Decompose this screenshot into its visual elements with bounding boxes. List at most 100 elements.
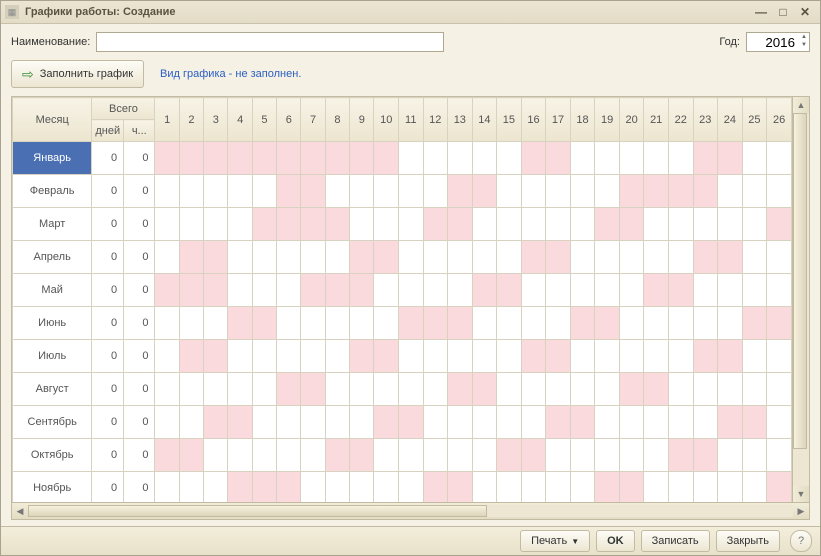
- day-cell[interactable]: [718, 307, 743, 340]
- day-cell[interactable]: [668, 241, 693, 274]
- day-cell[interactable]: [277, 241, 301, 274]
- day-cell[interactable]: [668, 439, 693, 472]
- day-cell[interactable]: [228, 208, 252, 241]
- day-cell[interactable]: [693, 373, 718, 406]
- day-cell[interactable]: [570, 439, 595, 472]
- col-month-header[interactable]: Месяц: [13, 98, 92, 142]
- days-cell[interactable]: 0: [92, 406, 124, 439]
- day-cell[interactable]: [693, 241, 718, 274]
- month-cell[interactable]: Сентябрь: [13, 406, 92, 439]
- day-cell[interactable]: [742, 175, 767, 208]
- day-cell[interactable]: [204, 439, 228, 472]
- day-cell[interactable]: [277, 175, 301, 208]
- day-cell[interactable]: [644, 208, 669, 241]
- day-cell[interactable]: [252, 340, 276, 373]
- day-cell[interactable]: [204, 208, 228, 241]
- day-cell[interactable]: [472, 406, 497, 439]
- day-cell[interactable]: [155, 241, 179, 274]
- month-cell[interactable]: Август: [13, 373, 92, 406]
- day-cell[interactable]: [742, 406, 767, 439]
- day-cell[interactable]: [398, 373, 423, 406]
- day-cell[interactable]: [668, 406, 693, 439]
- day-cell[interactable]: [497, 307, 522, 340]
- day-cell[interactable]: [277, 340, 301, 373]
- day-cell[interactable]: [595, 241, 620, 274]
- day-cell[interactable]: [155, 439, 179, 472]
- table-row[interactable]: Май00: [13, 274, 792, 307]
- day-cell[interactable]: [595, 175, 620, 208]
- day-cell[interactable]: [521, 373, 546, 406]
- day-cell[interactable]: [325, 439, 349, 472]
- day-cell[interactable]: [472, 142, 497, 175]
- col-day-21[interactable]: 21: [644, 98, 669, 142]
- day-cell[interactable]: [472, 175, 497, 208]
- col-day-25[interactable]: 25: [742, 98, 767, 142]
- day-cell[interactable]: [546, 208, 571, 241]
- col-day-2[interactable]: 2: [179, 98, 203, 142]
- table-row[interactable]: Сентябрь00: [13, 406, 792, 439]
- day-cell[interactable]: [718, 439, 743, 472]
- day-cell[interactable]: [301, 241, 325, 274]
- day-cell[interactable]: [595, 208, 620, 241]
- day-cell[interactable]: [742, 472, 767, 503]
- day-cell[interactable]: [668, 307, 693, 340]
- day-cell[interactable]: [325, 142, 349, 175]
- day-cell[interactable]: [497, 373, 522, 406]
- day-cell[interactable]: [301, 472, 325, 503]
- hours-cell[interactable]: 0: [124, 142, 155, 175]
- day-cell[interactable]: [472, 439, 497, 472]
- day-cell[interactable]: [155, 208, 179, 241]
- day-cell[interactable]: [350, 175, 374, 208]
- day-cell[interactable]: [693, 307, 718, 340]
- day-cell[interactable]: [179, 472, 203, 503]
- day-cell[interactable]: [668, 142, 693, 175]
- day-cell[interactable]: [228, 274, 252, 307]
- day-cell[interactable]: [398, 142, 423, 175]
- day-cell[interactable]: [228, 472, 252, 503]
- day-cell[interactable]: [301, 439, 325, 472]
- day-cell[interactable]: [204, 241, 228, 274]
- day-cell[interactable]: [301, 307, 325, 340]
- day-cell[interactable]: [546, 472, 571, 503]
- day-cell[interactable]: [252, 274, 276, 307]
- day-cell[interactable]: [497, 175, 522, 208]
- hours-cell[interactable]: 0: [124, 175, 155, 208]
- day-cell[interactable]: [398, 175, 423, 208]
- day-cell[interactable]: [718, 472, 743, 503]
- day-cell[interactable]: [570, 142, 595, 175]
- day-cell[interactable]: [448, 472, 473, 503]
- day-cell[interactable]: [742, 340, 767, 373]
- hours-cell[interactable]: 0: [124, 241, 155, 274]
- day-cell[interactable]: [277, 373, 301, 406]
- vertical-thumb[interactable]: [793, 113, 807, 449]
- day-cell[interactable]: [718, 406, 743, 439]
- day-cell[interactable]: [423, 241, 448, 274]
- scroll-left-icon[interactable]: ◀: [12, 504, 28, 518]
- day-cell[interactable]: [521, 241, 546, 274]
- col-day-3[interactable]: 3: [204, 98, 228, 142]
- day-cell[interactable]: [472, 307, 497, 340]
- col-day-22[interactable]: 22: [668, 98, 693, 142]
- day-cell[interactable]: [448, 241, 473, 274]
- day-cell[interactable]: [277, 406, 301, 439]
- day-cell[interactable]: [398, 274, 423, 307]
- day-cell[interactable]: [693, 406, 718, 439]
- month-cell[interactable]: Март: [13, 208, 92, 241]
- day-cell[interactable]: [204, 307, 228, 340]
- day-cell[interactable]: [767, 373, 792, 406]
- day-cell[interactable]: [374, 406, 399, 439]
- day-cell[interactable]: [228, 142, 252, 175]
- month-cell[interactable]: Февраль: [13, 175, 92, 208]
- day-cell[interactable]: [693, 142, 718, 175]
- day-cell[interactable]: [742, 142, 767, 175]
- day-cell[interactable]: [350, 307, 374, 340]
- day-cell[interactable]: [619, 142, 644, 175]
- day-cell[interactable]: [644, 307, 669, 340]
- day-cell[interactable]: [718, 175, 743, 208]
- day-cell[interactable]: [325, 241, 349, 274]
- day-cell[interactable]: [546, 175, 571, 208]
- col-day-10[interactable]: 10: [374, 98, 399, 142]
- day-cell[interactable]: [374, 307, 399, 340]
- day-cell[interactable]: [325, 340, 349, 373]
- day-cell[interactable]: [204, 175, 228, 208]
